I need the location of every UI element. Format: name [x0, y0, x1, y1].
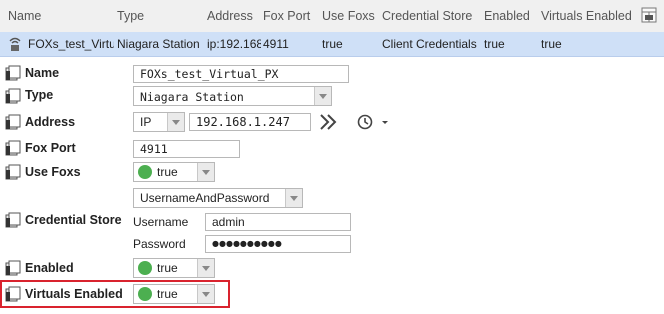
chevron-down-icon	[314, 87, 331, 105]
property-slot-icon	[5, 65, 21, 81]
virtuals-enabled-value: true	[157, 287, 178, 301]
chevron-down-icon	[197, 285, 214, 303]
property-slot-icon	[5, 140, 21, 156]
column-chooser-icon[interactable]	[640, 6, 658, 24]
chevron-down-icon	[285, 189, 302, 207]
table-row[interactable]: FOXs_test_Virtua Niagara Station ip:192.…	[0, 32, 664, 57]
property-slot-icon	[5, 260, 21, 276]
use-foxs-label: Use Foxs	[25, 165, 81, 179]
column-header-use-foxs[interactable]: Use Foxs	[322, 9, 375, 23]
enabled-value: true	[157, 261, 178, 275]
use-foxs-value: true	[157, 165, 178, 179]
type-select-value: Niagara Station	[140, 90, 244, 104]
enabled-label: Enabled	[25, 261, 74, 275]
fox-port-label: Fox Port	[25, 141, 76, 155]
true-status-icon	[138, 287, 152, 301]
address-protocol-select[interactable]: IP	[133, 112, 185, 132]
cell-virtuals-enabled: true	[541, 37, 562, 51]
station-icon	[9, 37, 21, 51]
column-header-name[interactable]: Name	[8, 9, 41, 23]
enabled-select[interactable]: true	[133, 258, 215, 278]
cell-address: ip:192.168	[207, 37, 261, 51]
virtuals-enabled-label: Virtuals Enabled	[25, 287, 123, 301]
name-label: Name	[25, 66, 60, 80]
ip-address-field[interactable]: 192.168.1.247	[189, 113, 311, 131]
name-field[interactable]: FOXs_test_Virtual_PX	[133, 65, 349, 83]
type-select[interactable]: Niagara Station	[133, 86, 332, 106]
use-foxs-select[interactable]: true	[133, 162, 215, 182]
username-label: Username	[133, 215, 189, 229]
true-status-icon	[138, 261, 152, 275]
column-header-type[interactable]: Type	[117, 9, 144, 23]
clock-history-icon[interactable]	[356, 113, 390, 131]
address-label: Address	[25, 115, 76, 129]
column-header-address[interactable]: Address	[207, 9, 253, 23]
credential-mode-value: UsernameAndPassword	[140, 191, 270, 205]
address-protocol-value: IP	[140, 115, 152, 129]
password-label: Password	[133, 237, 186, 251]
chevron-down-icon	[167, 113, 184, 131]
credential-mode-select[interactable]: UsernameAndPassword	[133, 188, 303, 208]
cell-type: Niagara Station	[117, 37, 200, 51]
credential-store-label: Credential Store	[25, 213, 122, 227]
property-slot-icon	[5, 88, 21, 104]
true-status-icon	[138, 165, 152, 179]
cell-fox-port: 4911	[263, 37, 289, 51]
column-header-virtuals-enabled[interactable]: Virtuals Enabled	[541, 9, 632, 23]
chevron-down-icon	[197, 259, 214, 277]
fox-port-field[interactable]: 4911	[133, 140, 240, 158]
cell-name: FOXs_test_Virtua	[28, 37, 114, 51]
double-chevron-right-icon[interactable]	[318, 113, 338, 131]
cell-enabled: true	[484, 37, 505, 51]
property-slot-icon	[5, 164, 21, 180]
virtuals-enabled-select[interactable]: true	[133, 284, 215, 304]
username-field[interactable]: admin	[205, 213, 351, 231]
cell-credential-store: Client Credentials	[382, 37, 477, 51]
column-header-credential-store[interactable]: Credential Store	[382, 9, 472, 23]
cell-use-foxs: true	[322, 37, 343, 51]
table-header: Name Type Address Fox Port Use Foxs Cred…	[0, 0, 664, 33]
column-header-enabled[interactable]: Enabled	[484, 9, 530, 23]
column-header-fox-port[interactable]: Fox Port	[263, 9, 310, 23]
property-slot-icon	[5, 286, 21, 302]
property-slot-icon	[5, 114, 21, 130]
password-field[interactable]: ●●●●●●●●●●	[205, 235, 351, 253]
chevron-down-icon	[197, 163, 214, 181]
property-slot-icon	[5, 212, 21, 228]
type-label: Type	[25, 88, 54, 102]
